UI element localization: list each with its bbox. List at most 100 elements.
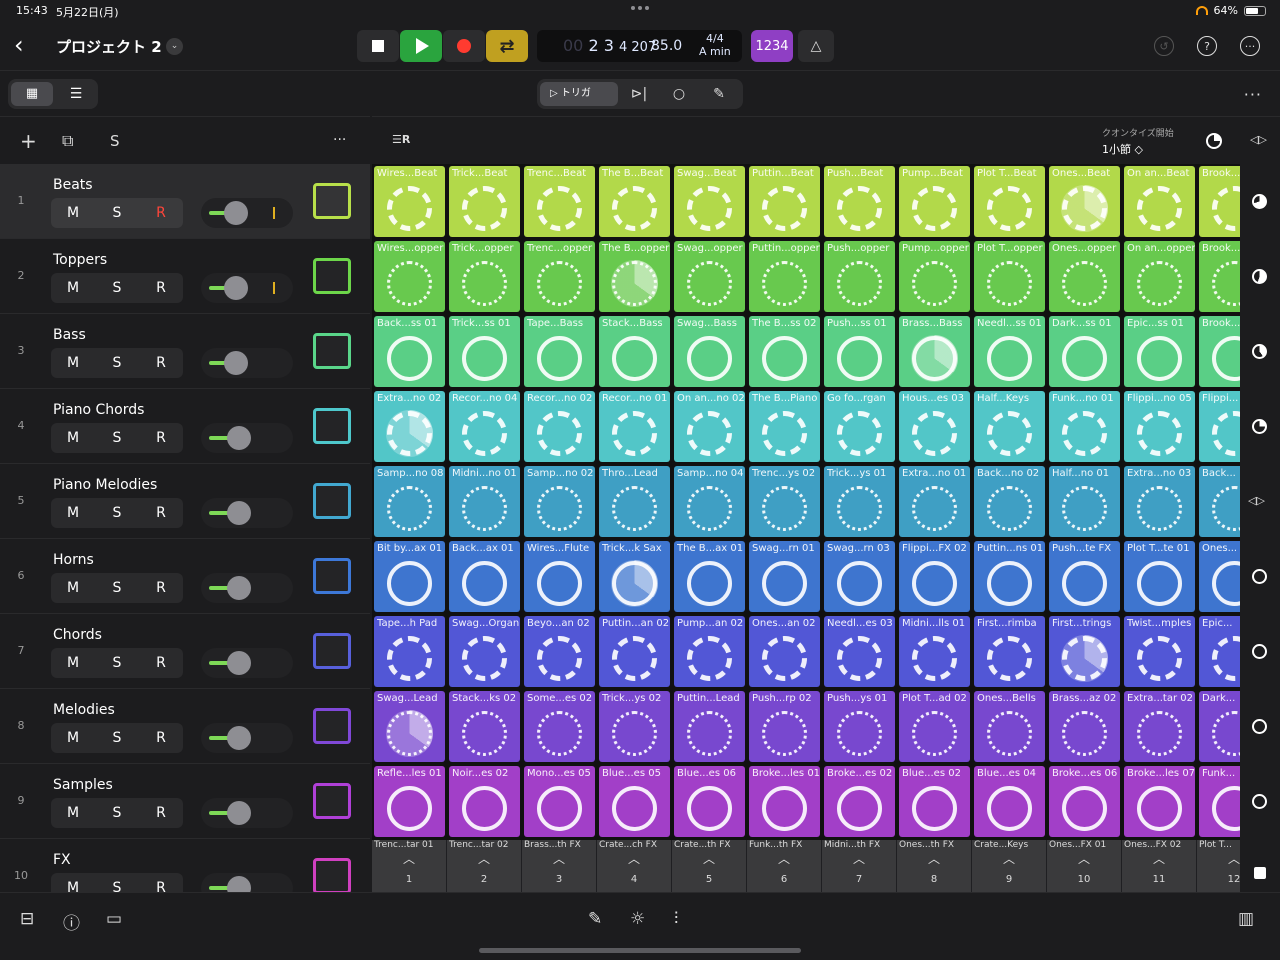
quantize-value[interactable]: 1小節 ◇ bbox=[1102, 141, 1143, 157]
clip-cell[interactable]: Ones...an 02 bbox=[749, 616, 820, 687]
record-enable-button[interactable]: R bbox=[139, 648, 183, 678]
trigger-mode-button[interactable]: ▷ トリガ bbox=[540, 82, 618, 106]
cycle-button[interactable]: ⇄ bbox=[486, 30, 528, 62]
guitar-icon[interactable] bbox=[313, 333, 351, 369]
mute-button[interactable]: M bbox=[51, 348, 95, 378]
fx-icon[interactable] bbox=[313, 858, 351, 892]
record-enable-button[interactable]: R bbox=[139, 573, 183, 603]
stop-row-icon[interactable] bbox=[1254, 867, 1266, 879]
clip-cell[interactable]: Thro...Lead bbox=[599, 466, 670, 537]
clip-cell[interactable]: Swag...Bass bbox=[674, 316, 745, 387]
clip-cell[interactable]: Samp...no 04 bbox=[674, 466, 745, 537]
toolbar-more-icon[interactable]: ··· bbox=[1244, 85, 1262, 104]
scene-trigger[interactable]: Brass...th FX ︿ 3 bbox=[522, 840, 597, 892]
add-track-icon[interactable]: + bbox=[20, 129, 37, 153]
solo-button[interactable]: S bbox=[95, 348, 139, 378]
clip-cell[interactable]: Refle...les 01 bbox=[374, 766, 445, 837]
synth-icon[interactable] bbox=[313, 708, 351, 744]
clip-cell[interactable]: Push...ss 01 bbox=[824, 316, 895, 387]
clip-cell[interactable]: Ones...Bells bbox=[974, 691, 1045, 762]
piano-icon[interactable] bbox=[313, 408, 351, 444]
help-icon[interactable]: ? bbox=[1197, 36, 1217, 56]
clip-cell[interactable]: Blue...es 04 bbox=[974, 766, 1045, 837]
clip-cell[interactable]: Bit by...ax 01 bbox=[374, 541, 445, 612]
clip-cell[interactable]: On an...Beat bbox=[1124, 166, 1195, 237]
solo-button[interactable]: S bbox=[95, 498, 139, 528]
clip-cell[interactable]: Brook... bbox=[1199, 241, 1240, 312]
clip-cell[interactable]: Flippi...FX 02 bbox=[899, 541, 970, 612]
scene-trigger[interactable]: Crate...th FX ︿ 5 bbox=[672, 840, 747, 892]
clip-cell[interactable]: Puttin...opper bbox=[749, 241, 820, 312]
clip-cell[interactable]: Swag...Beat bbox=[674, 166, 745, 237]
clip-cell[interactable]: Trenc...ys 02 bbox=[749, 466, 820, 537]
scene-trigger[interactable]: Funk...th FX ︿ 6 bbox=[747, 840, 822, 892]
synth-icon[interactable] bbox=[313, 633, 351, 669]
clip-cell[interactable]: Swag...opper bbox=[674, 241, 745, 312]
project-menu-chevron-icon[interactable]: ⌄ bbox=[166, 38, 183, 55]
scene-trigger[interactable]: Ones...FX 01 ︿ 10 bbox=[1047, 840, 1122, 892]
back-button[interactable]: ‹ bbox=[14, 32, 42, 60]
clip-cell[interactable]: Recor...no 01 bbox=[599, 391, 670, 462]
clip-cell[interactable]: Extra...tar 02 bbox=[1124, 691, 1195, 762]
clip-cell[interactable]: Wires...Flute bbox=[524, 541, 595, 612]
scene-trigger[interactable]: Ones...th FX ︿ 8 bbox=[897, 840, 972, 892]
clip-cell[interactable]: Stack...ks 02 bbox=[449, 691, 520, 762]
clip-cell[interactable]: The B...ss 02 bbox=[749, 316, 820, 387]
clip-cell[interactable]: Funk... bbox=[1199, 766, 1240, 837]
clip-cell[interactable]: Push...ys 01 bbox=[824, 691, 895, 762]
clip-cell[interactable]: Go fo...rgan bbox=[824, 391, 895, 462]
row-trigger-icon[interactable] bbox=[1252, 194, 1267, 209]
clip-cell[interactable]: Trenc...Beat bbox=[524, 166, 595, 237]
mute-button[interactable]: M bbox=[51, 498, 95, 528]
clip-cell[interactable]: Blue...es 02 bbox=[899, 766, 970, 837]
clip-cell[interactable]: Ones...opper bbox=[1049, 241, 1120, 312]
record-enable-button[interactable]: R bbox=[139, 423, 183, 453]
clip-cell[interactable]: Some...es 02 bbox=[524, 691, 595, 762]
clip-cell[interactable]: Broke...es 02 bbox=[824, 766, 895, 837]
live-loops-grid-view-icon[interactable]: ▦ bbox=[11, 82, 53, 106]
clip-cell[interactable]: Brass...az 02 bbox=[1049, 691, 1120, 762]
clip-cell[interactable]: Plot T...ad 02 bbox=[899, 691, 970, 762]
row-toggle-icon[interactable]: ◁▷ bbox=[1248, 494, 1265, 509]
library-icon[interactable]: ⊟ bbox=[20, 909, 34, 929]
clip-cell[interactable]: Twist...mples bbox=[1124, 616, 1195, 687]
scene-trigger[interactable]: Crate...Keys ︿ 9 bbox=[972, 840, 1047, 892]
solo-button[interactable]: S bbox=[95, 873, 139, 892]
volume-knob[interactable] bbox=[227, 576, 251, 600]
clip-cell[interactable]: Trick...k Sax bbox=[599, 541, 670, 612]
volume-knob[interactable] bbox=[224, 276, 248, 300]
row-trigger-icon[interactable] bbox=[1252, 644, 1267, 659]
clip-cell[interactable]: Brook... bbox=[1199, 166, 1240, 237]
clip-cell[interactable]: Flippi...no 05 bbox=[1124, 391, 1195, 462]
metronome-button[interactable]: △ bbox=[798, 30, 834, 62]
clip-cell[interactable]: Dark... bbox=[1199, 691, 1240, 762]
edit-mode-pencil-icon[interactable]: ✎ bbox=[701, 82, 737, 106]
volume-slider[interactable] bbox=[201, 873, 293, 892]
clip-cell[interactable]: Back...ss 01 bbox=[374, 316, 445, 387]
editor-pencil-icon[interactable]: ✎ bbox=[588, 909, 602, 929]
clip-cell[interactable]: Puttin...Beat bbox=[749, 166, 820, 237]
volume-knob[interactable] bbox=[227, 726, 251, 750]
mute-button[interactable]: M bbox=[51, 798, 95, 828]
record-enable-button[interactable]: R bbox=[139, 723, 183, 753]
volume-knob[interactable] bbox=[227, 876, 251, 892]
project-title[interactable]: プロジェクト 2 bbox=[56, 36, 162, 57]
multitask-dots[interactable] bbox=[631, 6, 651, 12]
solo-button[interactable]: S bbox=[95, 723, 139, 753]
track-row[interactable]: 4 Piano Chords M S R bbox=[0, 389, 370, 464]
scene-trigger[interactable]: Ones...FX 02 ︿ 11 bbox=[1122, 840, 1197, 892]
clip-cell[interactable]: Tape...Bass bbox=[524, 316, 595, 387]
volume-slider[interactable] bbox=[201, 423, 293, 453]
synth-icon[interactable] bbox=[313, 783, 351, 819]
clip-cell[interactable]: Trenc...opper bbox=[524, 241, 595, 312]
record-mode-icon[interactable]: ○ bbox=[661, 82, 697, 106]
solo-button[interactable]: S bbox=[95, 573, 139, 603]
scene-trigger[interactable]: Plot T... ︿ 12 bbox=[1197, 840, 1240, 892]
clip-cell[interactable]: Trick...ss 01 bbox=[449, 316, 520, 387]
scene-trigger[interactable]: Midni...th FX ︿ 7 bbox=[822, 840, 897, 892]
record-button[interactable] bbox=[443, 30, 485, 62]
filter-icon[interactable]: ☰R bbox=[392, 133, 410, 146]
undo-icon[interactable]: ↺ bbox=[1154, 36, 1174, 56]
clip-cell[interactable]: Wires...Beat bbox=[374, 166, 445, 237]
clip-cell[interactable]: Push...Beat bbox=[824, 166, 895, 237]
